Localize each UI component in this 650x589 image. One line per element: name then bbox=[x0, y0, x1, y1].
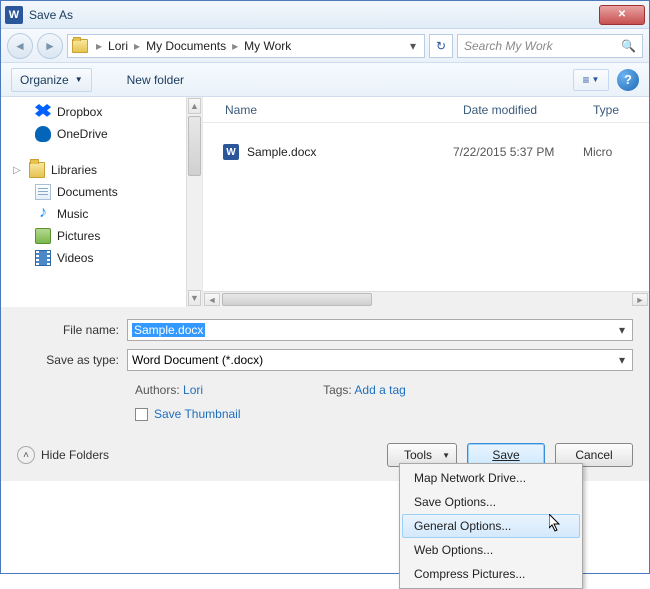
scroll-thumb[interactable] bbox=[188, 116, 201, 176]
titlebar[interactable]: W Save As ✕ bbox=[1, 1, 649, 29]
breadcrumb-seg[interactable]: My Documents bbox=[146, 39, 226, 53]
form-area: File name: Sample.docx ▾ Save as type: W… bbox=[1, 307, 649, 429]
scroll-down-icon[interactable]: ▼ bbox=[188, 290, 201, 306]
savetype-select[interactable]: Word Document (*.docx) ▾ bbox=[127, 349, 633, 371]
menu-general-options[interactable]: General Options... bbox=[402, 514, 580, 538]
forward-button[interactable]: ► bbox=[37, 33, 63, 59]
close-button[interactable]: ✕ bbox=[599, 5, 645, 25]
menu-map-network-drive[interactable]: Map Network Drive... bbox=[402, 466, 580, 490]
save-thumbnail-checkbox[interactable] bbox=[135, 408, 148, 421]
file-date: 7/22/2015 5:37 PM bbox=[453, 145, 583, 159]
breadcrumb-dropdown-icon[interactable]: ▾ bbox=[406, 39, 420, 53]
refresh-button[interactable]: ↻ bbox=[429, 34, 453, 58]
breadcrumb-seg[interactable]: Lori bbox=[108, 39, 128, 53]
back-button[interactable]: ◄ bbox=[7, 33, 33, 59]
new-folder-button[interactable]: New folder bbox=[118, 68, 193, 92]
file-row[interactable]: W Sample.docx 7/22/2015 5:37 PM Micro bbox=[203, 139, 649, 165]
chevron-up-icon: ˄ bbox=[17, 446, 35, 464]
tags-value[interactable]: Add a tag bbox=[354, 383, 405, 397]
sidebar-item-music[interactable]: ♪ Music bbox=[9, 203, 198, 225]
file-name: Sample.docx bbox=[247, 145, 316, 159]
filename-input[interactable]: Sample.docx ▾ bbox=[127, 319, 633, 341]
toolbar: Organize ▼ New folder ≡ ▼ ? bbox=[1, 63, 649, 97]
chevron-right-icon[interactable]: ▸ bbox=[228, 39, 242, 53]
dropbox-icon bbox=[35, 104, 51, 120]
search-input[interactable]: Search My Work 🔍 bbox=[457, 34, 643, 58]
onedrive-icon bbox=[35, 126, 51, 142]
chevron-right-icon[interactable]: ▸ bbox=[130, 39, 144, 53]
menu-save-options[interactable]: Save Options... bbox=[402, 490, 580, 514]
sidebar-item-pictures[interactable]: Pictures bbox=[9, 225, 198, 247]
view-button[interactable]: ≡ ▼ bbox=[573, 69, 609, 91]
column-type[interactable]: Type bbox=[583, 103, 629, 117]
expand-icon[interactable]: ▷ bbox=[13, 165, 23, 176]
scroll-right-icon[interactable]: ► bbox=[632, 293, 648, 306]
tags-label: Tags: bbox=[323, 383, 352, 397]
file-type: Micro bbox=[583, 145, 612, 159]
nav-tree: Dropbox OneDrive ▷ Libraries Documents bbox=[1, 97, 203, 307]
search-placeholder: Search My Work bbox=[464, 39, 553, 53]
authors-value[interactable]: Lori bbox=[183, 383, 203, 397]
sidebar-scrollbar[interactable]: ▲ ▼ bbox=[186, 97, 202, 307]
help-button[interactable]: ? bbox=[617, 69, 639, 91]
filename-value: Sample.docx bbox=[132, 323, 205, 337]
documents-icon bbox=[35, 184, 51, 200]
libraries-icon bbox=[29, 162, 45, 178]
breadcrumb[interactable]: ▸ Lori ▸ My Documents ▸ My Work ▾ bbox=[67, 34, 425, 58]
filename-label: File name: bbox=[17, 323, 127, 337]
scroll-up-icon[interactable]: ▲ bbox=[188, 98, 201, 114]
window-title: Save As bbox=[29, 8, 599, 22]
scroll-left-icon[interactable]: ◄ bbox=[204, 293, 220, 306]
word-doc-icon: W bbox=[223, 144, 239, 160]
column-date[interactable]: Date modified bbox=[453, 103, 583, 117]
chevron-down-icon[interactable]: ▾ bbox=[614, 322, 630, 338]
sidebar-item-documents[interactable]: Documents bbox=[9, 181, 198, 203]
chevron-down-icon: ▼ bbox=[75, 75, 83, 84]
save-thumbnail-label[interactable]: Save Thumbnail bbox=[154, 407, 241, 421]
scroll-thumb[interactable] bbox=[222, 293, 372, 306]
chevron-right-icon[interactable]: ▸ bbox=[92, 39, 106, 53]
menu-compress-pictures[interactable]: Compress Pictures... bbox=[402, 562, 580, 586]
folder-icon bbox=[72, 39, 88, 53]
sidebar-item-onedrive[interactable]: OneDrive bbox=[9, 123, 198, 145]
pictures-icon bbox=[35, 228, 51, 244]
sidebar-item-videos[interactable]: Videos bbox=[9, 247, 198, 269]
hide-folders-button[interactable]: ˄ Hide Folders bbox=[17, 446, 109, 464]
column-name[interactable]: Name bbox=[203, 103, 453, 117]
file-list: Name Date modified Type W Sample.docx 7/… bbox=[203, 97, 649, 307]
sidebar-item-libraries[interactable]: ▷ Libraries bbox=[9, 159, 198, 181]
breadcrumb-seg[interactable]: My Work bbox=[244, 39, 291, 53]
menu-web-options[interactable]: Web Options... bbox=[402, 538, 580, 562]
videos-icon bbox=[35, 250, 51, 266]
organize-button[interactable]: Organize ▼ bbox=[11, 68, 92, 92]
search-icon: 🔍 bbox=[621, 39, 636, 53]
tools-menu: Map Network Drive... Save Options... Gen… bbox=[399, 463, 583, 589]
sidebar-item-dropbox[interactable]: Dropbox bbox=[9, 101, 198, 123]
authors-label: Authors: bbox=[135, 383, 180, 397]
nav-bar: ◄ ► ▸ Lori ▸ My Documents ▸ My Work ▾ ↻ … bbox=[1, 29, 649, 63]
savetype-value: Word Document (*.docx) bbox=[132, 353, 263, 367]
h-scrollbar[interactable]: ◄ ► bbox=[203, 291, 649, 307]
savetype-label: Save as type: bbox=[17, 353, 127, 367]
word-icon: W bbox=[5, 6, 23, 24]
chevron-down-icon[interactable]: ▾ bbox=[614, 352, 630, 368]
music-icon: ♪ bbox=[35, 206, 51, 222]
save-as-dialog: W Save As ✕ ◄ ► ▸ Lori ▸ My Documents ▸ … bbox=[0, 0, 650, 574]
